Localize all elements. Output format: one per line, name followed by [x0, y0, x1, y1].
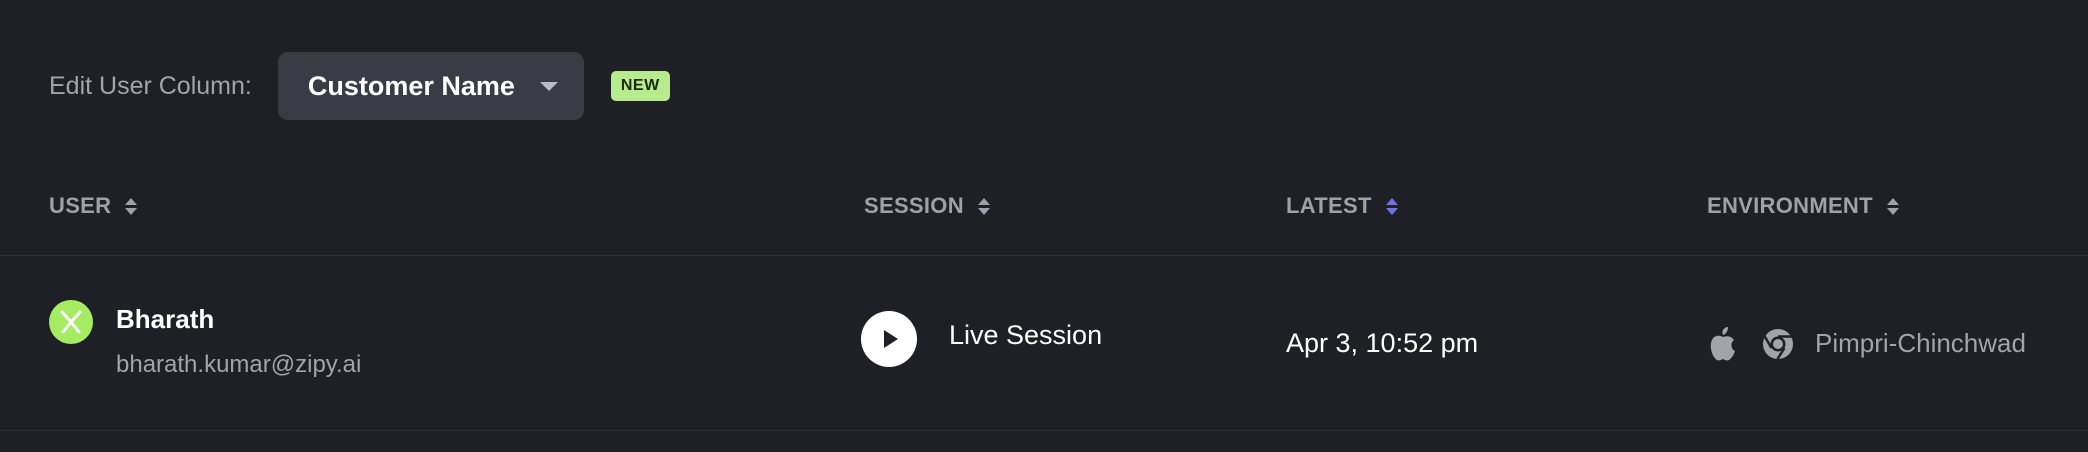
user-column-dropdown[interactable]: Customer Name	[277, 52, 584, 120]
header-divider	[0, 255, 2088, 256]
chevron-down-icon	[539, 81, 558, 91]
session-label: Live Session	[949, 320, 1103, 350]
sort-icon	[1886, 197, 1899, 215]
chrome-icon	[1763, 329, 1793, 360]
apple-icon	[1710, 327, 1735, 361]
avatar	[49, 300, 93, 344]
play-session-button[interactable]	[861, 311, 917, 367]
column-header-latest-label: LATEST	[1286, 193, 1372, 218]
user-name[interactable]: Bharath	[116, 304, 214, 335]
play-icon	[884, 330, 898, 348]
user-email: bharath.kumar@zipy.ai	[116, 351, 362, 378]
column-header-session[interactable]: SESSION	[864, 190, 990, 222]
user-avatar-icon	[60, 310, 82, 334]
new-badge: NEW	[610, 71, 670, 101]
column-header-environment-label: ENVIRONMENT	[1707, 193, 1873, 218]
column-header-environment[interactable]: ENVIRONMENT	[1707, 190, 1899, 222]
row-divider	[0, 430, 2088, 431]
sort-active-icon	[1385, 197, 1398, 215]
sort-icon	[125, 197, 138, 215]
column-header-user[interactable]: USER	[49, 190, 138, 222]
sessions-page: Edit User Column: Customer Name NEW USER…	[0, 0, 2088, 452]
latest-timestamp: Apr 3, 10:52 pm	[1286, 328, 1479, 358]
location-text: Pimpri-Chinchwad	[1815, 328, 2026, 358]
column-header-latest[interactable]: LATEST	[1286, 190, 1398, 222]
column-header-user-label: USER	[49, 193, 112, 218]
user-column-dropdown-value: Customer Name	[307, 70, 515, 101]
column-header-session-label: SESSION	[864, 193, 964, 218]
sort-icon	[977, 197, 990, 215]
edit-user-column-label: Edit User Column:	[49, 71, 252, 100]
edit-user-column-toolbar: Edit User Column: Customer Name NEW	[49, 52, 670, 120]
